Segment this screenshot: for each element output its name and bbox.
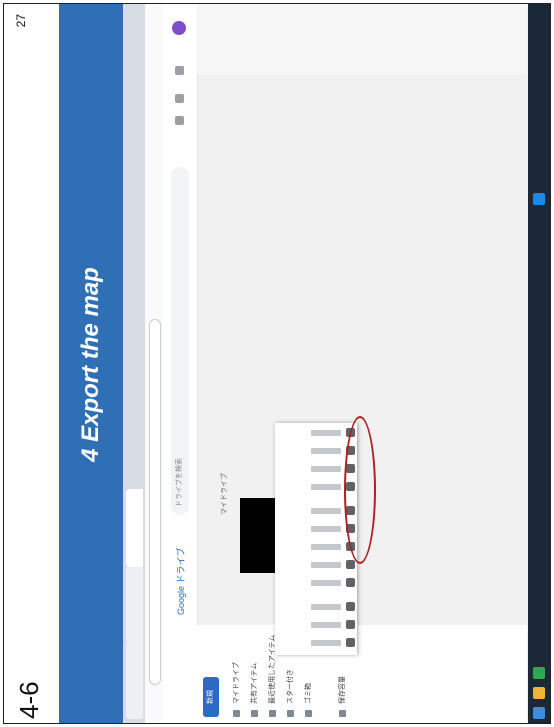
taskbar [528,4,550,723]
sidebar: 新規 マイドライブ 共有アイテム 最近使用したアイテム スター付き ゴミ箱 保存… [197,625,527,723]
menu-item[interactable] [281,599,357,613]
new-button[interactable]: 新規 [203,677,219,717]
apps-grid-icon[interactable] [175,66,184,75]
help-icon[interactable] [175,116,184,125]
address-bar[interactable] [149,319,161,685]
open-with-icon [346,602,355,611]
side-panel [197,4,527,75]
drive-header: Google ドライブ ドライブを検索 [163,4,198,723]
link-icon [346,560,355,569]
browser-tabstrip [123,4,145,723]
menu-item-label [311,640,341,646]
page-number: 27 [14,14,28,28]
search-input[interactable]: ドライブを検索 [171,167,189,515]
menu-item-label [311,526,341,532]
menu-item[interactable] [281,539,357,553]
slide-number: 4-6 [14,681,44,719]
menu-item-label [311,580,341,586]
gear-icon[interactable] [175,94,184,103]
start-icon[interactable] [533,707,545,719]
sidebar-item-my-drive[interactable]: マイドライブ [231,662,241,717]
people-icon [250,710,258,717]
menu-item[interactable] [281,575,357,589]
browser-tab[interactable] [126,565,143,643]
slide-content: 4-6 27 4 Export the map Google ドライブ ドライブ… [4,4,550,723]
menu-item-label [311,622,341,628]
menu-item-label [311,604,341,610]
embedded-screenshot: Google ドライブ ドライブを検索 新規 マイドライブ 共有アイテム 最近使… [123,4,550,723]
menu-item[interactable] [281,425,357,439]
cloud-icon [338,710,346,717]
menu-item[interactable] [281,617,357,631]
menu-item-label [311,562,341,568]
menu-item-label [311,448,341,454]
menu-item-label [311,508,341,514]
sidebar-item-storage[interactable]: 保存容量 [337,676,347,717]
menu-item[interactable] [281,557,357,571]
browser-toolbar [145,4,164,723]
app-icon[interactable] [533,193,545,205]
drive-logo[interactable]: Google ドライブ [174,547,187,615]
browser-tab[interactable] [126,641,143,719]
menu-item-label [311,466,341,472]
preview-icon [346,638,355,647]
menu-item-label [311,484,341,490]
clock-icon [268,710,276,717]
move-icon [346,620,355,629]
download-highlight-ellipse [344,416,376,564]
star-icon [286,710,294,717]
avatar[interactable] [172,21,186,35]
slide-title: 4 Export the map [77,267,104,462]
sidebar-item-shared[interactable]: 共有アイテム [249,663,259,717]
browser-icon[interactable] [533,667,545,679]
title-bar: 4 Export the map [59,4,123,723]
slide: 4-6 27 4 Export the map Google ドライブ ドライブ… [3,3,551,724]
sidebar-item-trash[interactable]: ゴミ箱 [303,683,313,717]
drive-icon [232,710,240,717]
share-icon [346,578,355,587]
menu-item-label [311,544,341,550]
section-label: マイドライブ [221,473,228,515]
explorer-icon[interactable] [533,687,545,699]
menu-item-label [311,430,341,436]
sidebar-item-starred[interactable]: スター付き [285,669,295,717]
trash-icon [304,710,312,717]
browser-tab-active[interactable] [126,489,143,567]
menu-item[interactable] [281,635,357,649]
